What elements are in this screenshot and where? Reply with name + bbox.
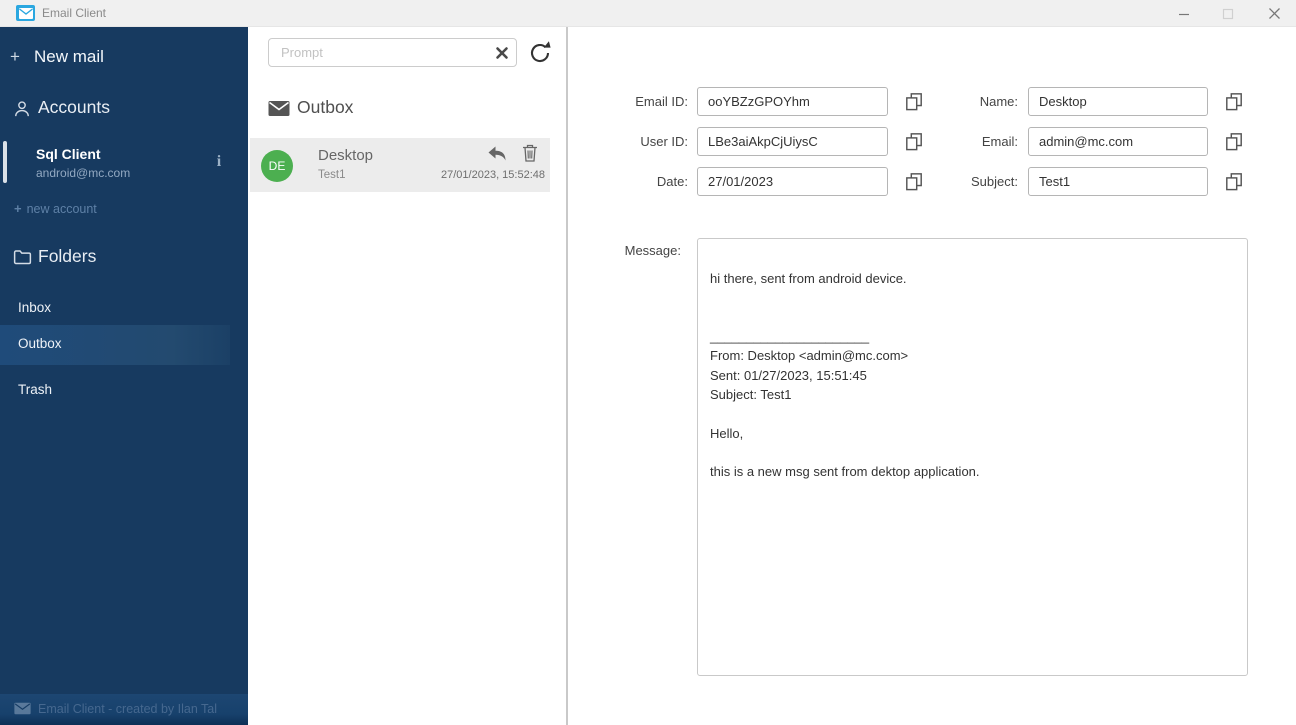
sidebar-footer: Email Client - created by Ilan Tal [0,694,248,725]
accounts-header-label: Accounts [38,97,110,117]
window-title: Email Client [42,6,107,20]
plus-icon: + [10,47,20,66]
date-field[interactable] [697,167,888,196]
folder-label: Trash [18,382,53,397]
refresh-icon[interactable] [528,39,552,65]
envelope-icon [14,702,31,720]
list-header-label: Outbox [297,97,354,117]
avatar: DE [261,150,293,182]
trash-icon[interactable] [522,144,538,162]
clear-search-icon[interactable] [495,46,509,60]
date-label: Date: [656,174,688,189]
message-list-panel: Outbox DE Desktop Test1 27/01/2023, 15:5… [248,27,566,725]
copy-email-button[interactable] [1224,132,1244,152]
folder-label: Outbox [18,336,62,351]
close-button[interactable] [1254,0,1294,27]
message-box: hi there, sent from android device. ____… [697,238,1248,676]
copy-name-button[interactable] [1224,92,1244,112]
maximize-button[interactable] [1208,0,1248,27]
footer-credit: Email Client - created by Ilan Tal [38,702,218,716]
new-account-button[interactable]: + new account [14,201,97,216]
envelope-icon [268,100,290,122]
new-account-label: new account [26,202,97,216]
user-id-label: User ID: [640,134,688,149]
accounts-header: Accounts [0,95,248,123]
folders-header-label: Folders [38,246,97,266]
sidebar-item-trash[interactable]: Trash [0,371,248,411]
folders-header: Folders [0,244,248,272]
mail-detail-panel: Email ID: User ID: Date: Name: Email: Su… [568,27,1296,725]
folder-label: Inbox [18,300,52,315]
email-label: Email: [981,134,1018,149]
name-field[interactable] [1028,87,1208,116]
email-id-label: Email ID: [635,94,688,109]
sidebar-item-inbox[interactable]: Inbox [0,289,248,329]
app-envelope-icon [16,5,35,21]
mail-item-subject: Test1 [318,169,346,181]
copy-subject-button[interactable] [1224,172,1244,192]
account-name: Sql Client [36,146,101,162]
minimize-button[interactable] [1164,0,1204,27]
sidebar: + New mail Accounts Sql Client android@m… [0,27,248,725]
email-field[interactable] [1028,127,1208,156]
new-mail-button[interactable]: + New mail [0,42,248,74]
sidebar-item-outbox[interactable]: Outbox [0,325,230,365]
search-box [268,38,517,67]
mail-item-timestamp: 27/01/2023, 15:52:48 [441,169,545,181]
message-textarea[interactable]: hi there, sent from android device. ____… [698,239,1247,675]
email-id-field[interactable] [697,87,888,116]
search-input[interactable] [269,39,516,66]
reply-icon[interactable] [487,145,507,162]
message-label: Message: [624,243,681,258]
folder-icon [12,247,33,273]
account-selected-bar [3,141,7,183]
mail-list-item[interactable]: DE Desktop Test1 27/01/2023, 15:52:48 [250,138,550,192]
person-icon [12,98,32,125]
info-icon[interactable]: i [210,153,228,173]
subject-label: Subject: [971,174,1018,189]
account-email: android@mc.com [36,166,131,180]
new-mail-label: New mail [34,47,104,66]
mail-item-title: Desktop [318,147,374,164]
user-id-field[interactable] [697,127,888,156]
name-label: Name: [979,94,1018,109]
account-item[interactable]: Sql Client android@mc.com i [0,133,248,189]
subject-field[interactable] [1028,167,1208,196]
titlebar: Email Client [0,0,1296,27]
plus-icon: + [14,201,22,216]
